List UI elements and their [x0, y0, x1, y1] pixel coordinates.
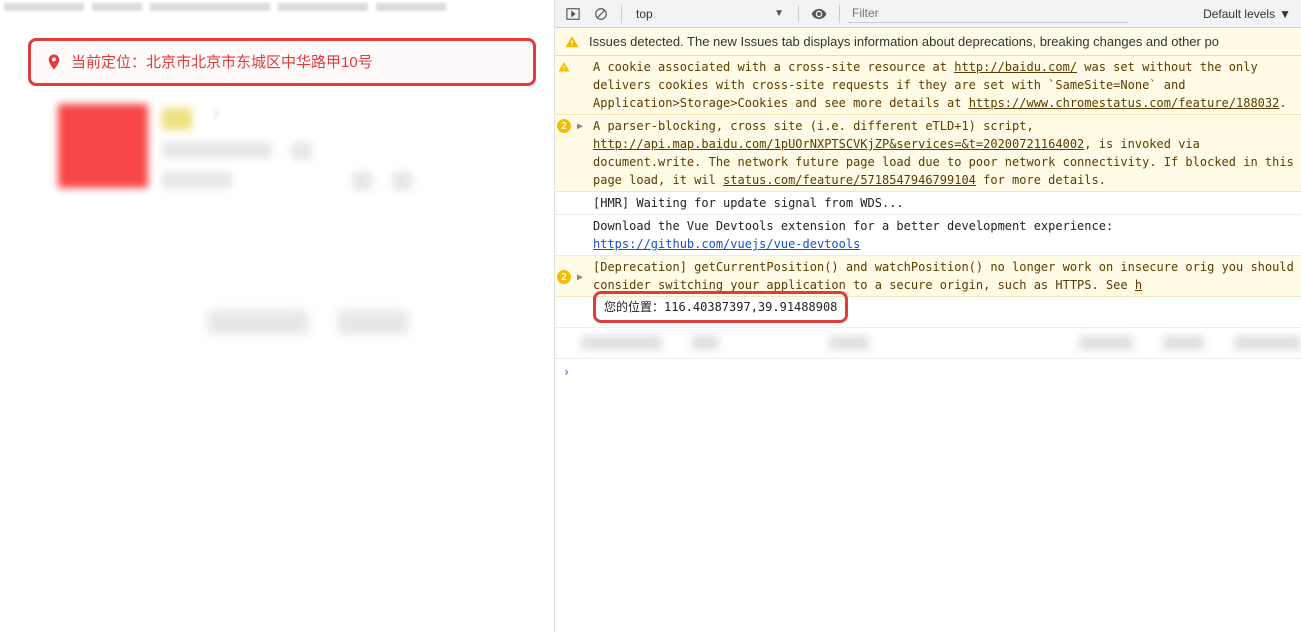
- issues-bar[interactable]: Issues detected. The new Issues tab disp…: [555, 28, 1301, 56]
- prompt-caret-icon: ›: [563, 363, 570, 381]
- blurred-content: 7: [28, 104, 536, 190]
- location-prefix: 当前定位：: [71, 54, 146, 71]
- filter-input[interactable]: [848, 4, 1128, 23]
- log-link[interactable]: https://github.com/vuejs/vue-devtools: [593, 237, 860, 251]
- location-pin-icon: [45, 53, 63, 71]
- log-info-position[interactable]: 您的位置：116.40387397,39.91488908: [555, 291, 1301, 328]
- log-warning-parser[interactable]: 2 ▶ A parser-blocking, cross site (i.e. …: [555, 115, 1301, 192]
- expand-arrow-icon[interactable]: ▶: [577, 119, 587, 134]
- blurred-lower: [28, 310, 536, 334]
- position-highlight: 您的位置：116.40387397,39.91488908: [593, 291, 848, 323]
- log-warning-cookie[interactable]: A cookie associated with a cross-site re…: [555, 56, 1301, 115]
- log-text: [HMR] Waiting for update signal from WDS…: [593, 194, 1301, 212]
- levels-label: Default levels: [1203, 7, 1275, 21]
- log-link[interactable]: status.com/feature/5718547946799104: [723, 173, 976, 187]
- location-text: 当前定位：北京市北京市东城区中华路甲10号: [71, 55, 373, 70]
- toggle-sidebar-icon[interactable]: [561, 2, 585, 26]
- log-text: A cookie associated with a cross-site re…: [593, 60, 954, 74]
- log-info-vue[interactable]: Download the Vue Devtools extension for …: [555, 215, 1301, 256]
- warning-triangle-icon: [565, 35, 579, 49]
- avatar-redacted: [58, 104, 148, 188]
- console-body: A cookie associated with a cross-site re…: [555, 56, 1301, 632]
- log-text: A parser-blocking, cross site (i.e. diff…: [593, 119, 1034, 133]
- console-prompt[interactable]: ›: [555, 359, 1301, 385]
- location-address: 北京市北京市东城区中华路甲10号: [146, 54, 373, 71]
- devtools-panel: top ▼ Default levels ▼ Issues detected. …: [555, 0, 1301, 632]
- log-link[interactable]: http://api.map.baidu.com/1pUOrNXPTSCVKjZ…: [593, 137, 1084, 151]
- context-select[interactable]: top ▼: [630, 4, 790, 24]
- issues-bar-text: Issues detected. The new Issues tab disp…: [589, 34, 1219, 49]
- log-text: [Deprecation] getCurrentPosition() and w…: [593, 260, 1222, 274]
- chevron-down-icon: ▼: [1279, 7, 1291, 21]
- log-redacted: [555, 328, 1301, 359]
- log-link[interactable]: h: [1135, 278, 1142, 292]
- warning-count-badge: 2: [557, 270, 571, 284]
- log-link[interactable]: https://www.chromestatus.com/feature/188…: [969, 96, 1280, 110]
- app-content: 当前定位：北京市北京市东城区中华路甲10号 7: [28, 38, 536, 334]
- levels-select[interactable]: Default levels ▼: [1203, 7, 1295, 21]
- console-toolbar: top ▼ Default levels ▼: [555, 0, 1301, 28]
- position-text: 您的位置：116.40387397,39.91488908: [604, 300, 837, 314]
- log-info-hmr[interactable]: [HMR] Waiting for update signal from WDS…: [555, 192, 1301, 215]
- warning-triangle-icon: [557, 60, 571, 74]
- app-panel: 当前定位：北京市北京市东城区中华路甲10号 7: [0, 0, 555, 632]
- chevron-down-icon: ▼: [774, 8, 784, 19]
- live-expression-icon[interactable]: [807, 2, 831, 26]
- app-header-blur: [0, 0, 554, 14]
- log-text: for more details.: [976, 173, 1106, 187]
- log-text: .: [1279, 96, 1286, 110]
- context-select-value: top: [636, 7, 653, 21]
- expand-arrow-icon[interactable]: ▶: [577, 270, 587, 285]
- clear-console-icon[interactable]: [589, 2, 613, 26]
- log-link[interactable]: http://baidu.com/: [954, 60, 1077, 74]
- log-text: Download the Vue Devtools extension for …: [593, 219, 1113, 233]
- location-box: 当前定位：北京市北京市东城区中华路甲10号: [28, 38, 536, 86]
- warning-count-badge: 2: [557, 119, 571, 133]
